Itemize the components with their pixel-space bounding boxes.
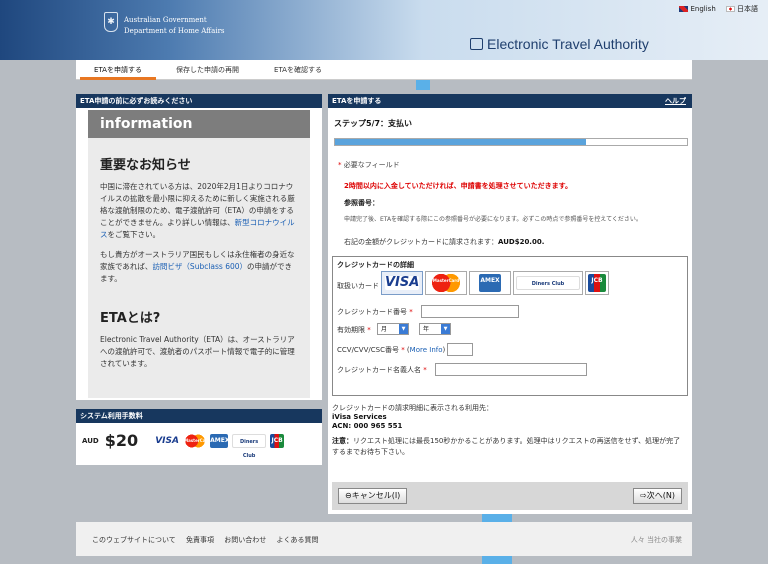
uk-flag-icon xyxy=(679,6,689,12)
visitor-visa-link[interactable]: 訪問ビザ（Subclass 600） xyxy=(152,262,247,271)
cvv-input[interactable] xyxy=(447,343,473,356)
card-option-amex[interactable]: AMEX xyxy=(469,271,511,295)
card-number-input[interactable] xyxy=(421,305,519,318)
notice-text: 中国に滞在されている方は、2020年2月1日よりコロナウイルスの拡散を最小限に抑… xyxy=(100,182,295,239)
info-panel-header: ETA申請の前に必ずお読みください xyxy=(76,94,322,108)
card-type-label: 取扱いカード xyxy=(337,282,379,290)
issuer-name: iVisa Services xyxy=(332,413,387,421)
fee-amount: $20 xyxy=(104,431,139,450)
reference-note: 申請完了後、ETAを確認する際にこの参照番号が必要になります。必ずこの時点で参照… xyxy=(344,216,642,223)
footer-business-link[interactable]: 人々 当社の事業 xyxy=(631,535,682,545)
help-link[interactable]: ヘルプ xyxy=(665,94,686,108)
apply-panel-header: ETAを申請する ヘルプ xyxy=(328,94,692,108)
progress-bar xyxy=(334,138,688,146)
gov-name: Australian Government xyxy=(124,16,207,24)
next-button[interactable]: ⇨次へ(N) xyxy=(633,488,682,504)
card-option-visa[interactable]: VISA xyxy=(381,271,423,295)
more-info-link[interactable]: More Info xyxy=(410,346,443,354)
action-bar: ⊖キャンセル(I) ⇨次へ(N) xyxy=(332,482,688,510)
statement-issuer: クレジットカードの請求明細に表示される利用先： iVisa Services A… xyxy=(332,404,493,430)
visa-icon: VISA xyxy=(154,433,181,448)
diners-icon: Diners Club xyxy=(232,433,267,459)
site-footer: このウェブサイトについて 免責事項 お問い合わせ よくある質問 人々 当社の事業 xyxy=(76,522,692,556)
footer-link-about[interactable]: このウェブサイトについて xyxy=(92,536,176,544)
diners-icon: Diners Club xyxy=(516,276,580,290)
mastercard-icon: MasterCard xyxy=(184,433,210,448)
cvv-label: CCV/CVV/CSC番号 * (More Info) xyxy=(337,346,446,354)
site-title: Electronic Travel Authority xyxy=(470,36,649,52)
expiry-month-select[interactable]: 月 ▼ xyxy=(377,323,409,335)
footer-link-contact[interactable]: お問い合わせ xyxy=(224,536,266,544)
chevron-down-icon: ▼ xyxy=(399,324,408,334)
card-type-selector: VISA MasterCard AMEX Diners Club JCB xyxy=(381,271,611,295)
government-crest-icon: ✱ xyxy=(104,12,118,32)
card-option-diners[interactable]: Diners Club xyxy=(513,271,583,295)
footer-link-faq[interactable]: よくある質問 xyxy=(277,536,319,544)
progress-fill xyxy=(335,139,587,145)
required-note: * 必要なフィールド xyxy=(338,161,400,169)
visa-icon: VISA xyxy=(385,275,420,290)
notice-heading: 重要なお知らせ xyxy=(100,158,191,173)
briefcase-icon xyxy=(470,38,483,50)
footer-links: このウェブサイトについて 免責事項 お問い合わせ よくある質問 xyxy=(92,535,327,545)
footer-link-disclaimer[interactable]: 免責事項 xyxy=(186,536,214,544)
reference-label: 参照番号： xyxy=(344,199,379,207)
charge-amount: AUD$20.00. xyxy=(498,238,545,246)
tab-check-eta[interactable]: ETAを確認する xyxy=(260,60,336,80)
card-option-jcb[interactable]: JCB xyxy=(585,271,609,295)
lang-japanese[interactable]: 日本語 xyxy=(726,5,758,13)
lang-english[interactable]: English xyxy=(679,5,716,13)
reference-number-value xyxy=(384,194,424,208)
expiry-label: 有効期限 * xyxy=(337,326,371,334)
credit-card-section: クレジットカードの詳細 取扱いカード VISA MasterCard AMEX … xyxy=(332,256,688,396)
amex-icon: AMEX xyxy=(210,433,229,448)
cardholder-name-input[interactable] xyxy=(435,363,587,376)
fee-panel: システム利用手数料 AUD $20 VISA MasterCard AMEX D… xyxy=(76,409,322,465)
tab-resume-application[interactable]: 保存した申請の再開 xyxy=(162,60,253,80)
card-number-label: クレジットカード番号 * xyxy=(337,308,413,316)
eta-text: Electronic Travel Authority（ETA）は、オーストラリ… xyxy=(100,335,295,368)
jcb-icon: JCB xyxy=(588,274,606,292)
language-switcher: English 日本語 xyxy=(671,4,758,14)
step-indicator: ステップ5/7：支払い xyxy=(334,119,413,128)
processing-caution: 注意：リクエスト処理には最長150秒かかることがあります。処理中はリクエストの再… xyxy=(332,437,681,456)
eta-heading: ETAとは? xyxy=(100,311,161,326)
payment-warning: 2時間以内に入金していただければ、申請書を処理させていただきます。 xyxy=(344,182,572,190)
mastercard-icon: MasterCard xyxy=(430,274,462,292)
apply-panel: ETAを申請する ヘルプ ステップ5/7：支払い * 必要なフィールド 2時間以内… xyxy=(328,94,692,514)
amex-icon: AMEX xyxy=(479,274,501,292)
charge-text: 右記の金額がクレジットカードに請求されます：AUD$20.00. xyxy=(344,238,545,246)
cancel-button[interactable]: ⊖キャンセル(I) xyxy=(338,488,408,504)
card-option-mastercard[interactable]: MasterCard xyxy=(425,271,467,295)
jcb-icon: JCB xyxy=(270,433,285,448)
pr-text: もし貴方がオーストラリア国民もしくは永住権者の身近な家族であれば、訪問ビザ（Su… xyxy=(100,250,295,283)
info-scroll-area[interactable]: information 重要なお知らせ 中国に滞在されている方は、2020年2月… xyxy=(88,110,310,398)
info-panel: ETA申請の前に必ずお読みください information 重要なお知らせ 中国… xyxy=(76,94,322,400)
info-title: information xyxy=(88,110,310,138)
expiry-year-select[interactable]: 年 ▼ xyxy=(419,323,451,335)
chevron-down-icon: ▼ xyxy=(441,324,450,334)
fee-panel-header: システム利用手数料 xyxy=(76,409,322,423)
issuer-acn: ACN: 000 965 551 xyxy=(332,422,403,430)
site-header: ✱ Australian Government Department of Ho… xyxy=(0,0,768,60)
fee-currency: AUD xyxy=(82,436,99,445)
top-navigation: ETAを申請する 保存した申請の再開 ETAを確認する xyxy=(76,60,692,80)
cardholder-name-label: クレジットカード名義人名 * xyxy=(337,366,427,374)
tab-apply-eta[interactable]: ETAを申請する xyxy=(80,60,156,80)
department-name: Department of Home Affairs xyxy=(124,27,225,35)
japan-flag-icon xyxy=(726,6,735,12)
